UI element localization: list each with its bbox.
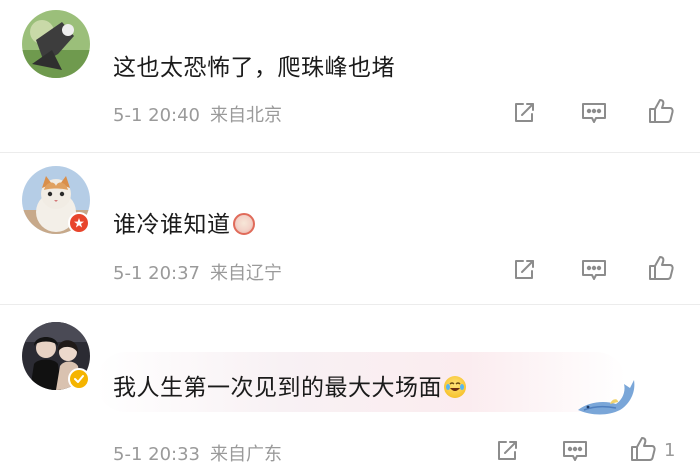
verified-badge [68, 212, 90, 234]
like-button[interactable] [646, 96, 676, 126]
share-icon [498, 441, 517, 460]
comment-location: 来自广东 [210, 444, 282, 465]
comment-meta: 5-1 20:40 来自北京 [113, 101, 282, 127]
thumbs-up-icon [631, 437, 656, 461]
like-button[interactable] [646, 253, 676, 283]
thumbs-up-icon [649, 99, 674, 123]
comment-icon [582, 103, 606, 123]
comment-meta: 5-1 20:37 来自辽宁 [113, 259, 282, 285]
reply-button[interactable] [579, 98, 609, 128]
avatar[interactable] [22, 10, 90, 78]
comment-time: 5-1 20:37 [113, 263, 200, 284]
like-button[interactable] [628, 434, 658, 464]
check-icon [74, 375, 84, 383]
share-button[interactable] [492, 436, 522, 466]
comment-time: 5-1 20:40 [113, 105, 200, 126]
share-button[interactable] [509, 255, 539, 285]
laughing-tears-emoji-icon [444, 376, 466, 398]
comment-location: 来自辽宁 [210, 263, 282, 284]
comment-location: 来自北京 [210, 105, 282, 126]
divider [0, 304, 700, 305]
star-icon [74, 218, 84, 228]
comment-text: 这也太恐怖了，爬珠峰也堵 [113, 55, 395, 81]
comment-time: 5-1 20:33 [113, 444, 200, 465]
comment-icon [582, 260, 606, 280]
whale-decoration-icon [574, 378, 636, 422]
share-button[interactable] [509, 98, 539, 128]
verified-badge [68, 368, 90, 390]
like-count: 1 [664, 440, 676, 461]
comment-text: 谁冷谁知道 [113, 205, 255, 239]
comment-text-content: 谁冷谁知道 [113, 212, 231, 238]
share-icon [515, 103, 534, 122]
comment-icon [563, 441, 587, 461]
comment-text-content: 我人生第一次见到的最大大场面 [113, 375, 442, 401]
divider [0, 152, 700, 153]
laughing-crying-emoji-icon [232, 213, 255, 235]
thumbs-up-icon [649, 256, 674, 280]
reply-button[interactable] [579, 255, 609, 285]
comment-meta: 5-1 20:33 来自广东 [113, 440, 282, 466]
reply-button[interactable] [560, 436, 590, 466]
share-icon [515, 260, 534, 279]
comment-text: 我人生第一次见到的最大大场面 [113, 368, 466, 402]
